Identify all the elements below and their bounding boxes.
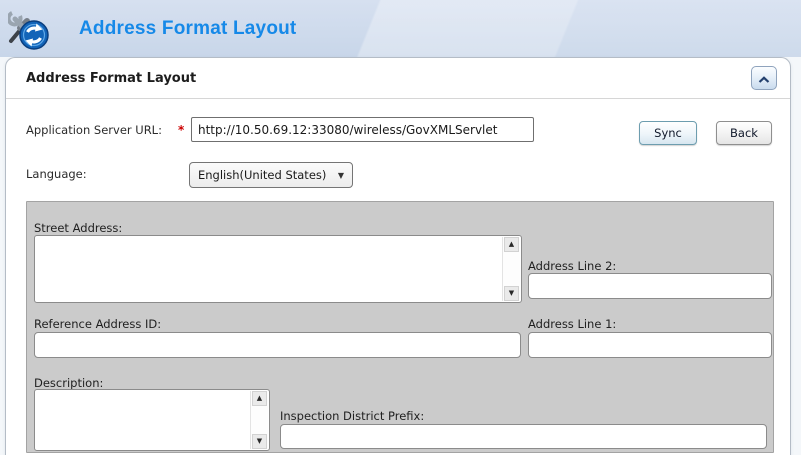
scroll-up-button[interactable]: ▲ (252, 391, 267, 406)
scroll-down-button[interactable]: ▼ (504, 286, 519, 301)
application-server-url-label: Application Server URL: (26, 118, 162, 143)
tools-sync-icon (8, 10, 50, 50)
reference-address-id-input[interactable] (34, 332, 521, 358)
sync-button[interactable]: Sync (639, 121, 697, 145)
caret-down-icon: ▼ (332, 171, 344, 180)
triangle-up-icon: ▲ (509, 241, 514, 248)
address-format-panel: Address Format Layout Application Server… (5, 57, 791, 455)
address-line-1-label: Address Line 1: (528, 317, 616, 331)
page-header-inner: Address Format Layout (0, 0, 801, 57)
triangle-up-icon: ▲ (257, 395, 262, 402)
address-line-2-input[interactable] (528, 273, 772, 299)
application-server-url-input[interactable] (191, 117, 534, 142)
address-line-2-label: Address Line 2: (528, 259, 616, 273)
address-fields-panel: Street Address: ▲ ▼ Address Line 2: Refe… (26, 201, 774, 453)
description-label: Description: (34, 376, 103, 390)
language-select[interactable]: English(United States) ▼ (189, 162, 353, 188)
required-marker: * (178, 118, 184, 143)
triangle-down-icon: ▼ (509, 290, 514, 297)
triangle-down-icon: ▼ (257, 438, 262, 445)
street-address-label: Street Address: (34, 221, 122, 235)
reference-address-id-label: Reference Address ID: (34, 317, 161, 331)
scrollbar[interactable]: ▲ ▼ (250, 391, 268, 449)
page-title: Address Format Layout (79, 18, 296, 40)
scroll-up-button[interactable]: ▲ (504, 237, 519, 252)
language-label: Language: (26, 162, 87, 187)
chevron-up-icon (758, 69, 770, 88)
screen: Address Format Layout Address Format Lay… (0, 0, 801, 455)
street-address-text[interactable] (37, 238, 502, 300)
scroll-down-button[interactable]: ▼ (252, 434, 267, 449)
address-line-1-input[interactable] (528, 332, 772, 358)
description-text[interactable] (37, 392, 250, 448)
collapse-button[interactable] (751, 66, 777, 90)
panel-header: Address Format Layout (6, 58, 790, 99)
language-selected-value: English(United States) (198, 168, 326, 182)
inspection-district-prefix-label: Inspection District Prefix: (280, 409, 424, 423)
back-button[interactable]: Back (716, 121, 772, 145)
scrollbar[interactable]: ▲ ▼ (502, 237, 520, 301)
panel-title: Address Format Layout (26, 71, 196, 86)
description-textarea[interactable]: ▲ ▼ (34, 389, 270, 451)
inspection-district-prefix-input[interactable] (280, 424, 767, 449)
page-header: Address Format Layout (0, 0, 801, 57)
street-address-textarea[interactable]: ▲ ▼ (34, 235, 522, 303)
